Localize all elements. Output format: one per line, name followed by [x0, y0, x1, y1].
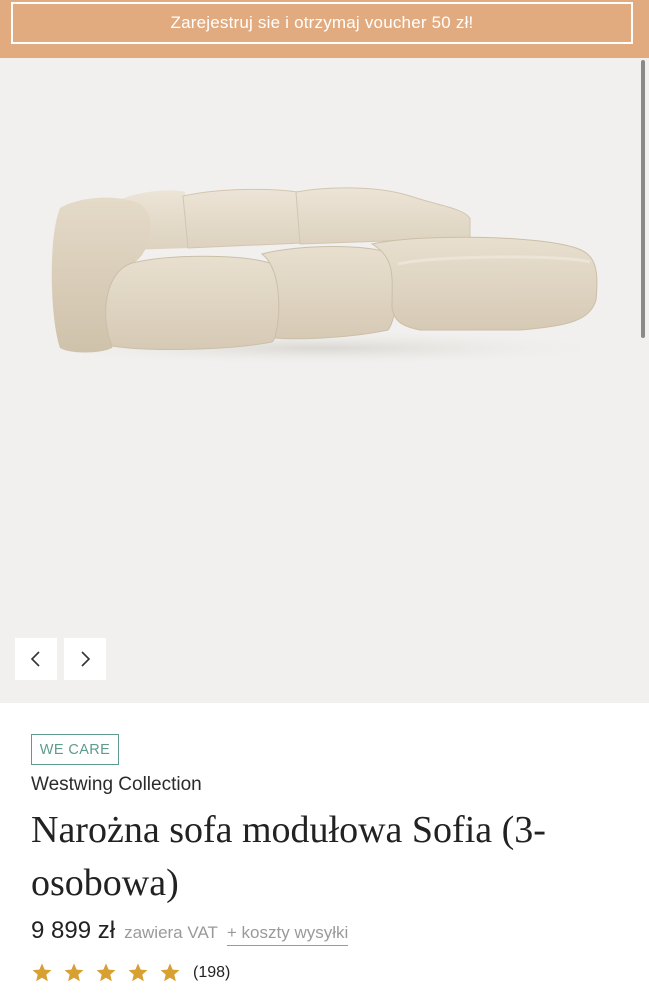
product-image — [10, 187, 630, 366]
promo-banner[interactable]: Zarejestruj sie i otrzymaj voucher 50 zł… — [11, 2, 633, 44]
promo-bar: Zarejestruj sie i otrzymaj voucher 50 zł… — [0, 0, 649, 58]
vat-note: zawiera VAT — [124, 923, 218, 942]
star-icon — [96, 963, 116, 982]
review-count: (198) — [193, 964, 231, 981]
shipping-cost-link[interactable]: + koszty wysyłki — [226, 923, 349, 946]
we-care-badge: WE CARE — [31, 734, 119, 765]
gallery-next-button[interactable] — [64, 638, 106, 680]
chevron-left-icon — [30, 651, 40, 667]
star-icon — [128, 963, 148, 982]
star-icon — [64, 963, 84, 982]
brand-name[interactable]: Westwing Collection — [31, 774, 202, 796]
star-icon — [160, 963, 180, 982]
chevron-right-icon — [81, 651, 91, 667]
page-scrollbar[interactable] — [641, 60, 645, 338]
gallery-prev-button[interactable] — [15, 638, 57, 680]
price-row: 9 899 zł zawiera VAT + koszty wysyłki — [31, 917, 349, 946]
badge-label: WE CARE — [39, 741, 111, 758]
product-title: Narożna sofa modułowa Sofia (3-osobowa) — [31, 809, 546, 904]
product-image-gallery — [0, 58, 649, 703]
star-icon — [32, 963, 52, 982]
product-rating[interactable]: (198) — [31, 962, 230, 984]
product-price: 9 899 zł — [31, 917, 116, 944]
promo-text: Zarejestruj sie i otrzymaj voucher 50 zł… — [170, 13, 474, 32]
